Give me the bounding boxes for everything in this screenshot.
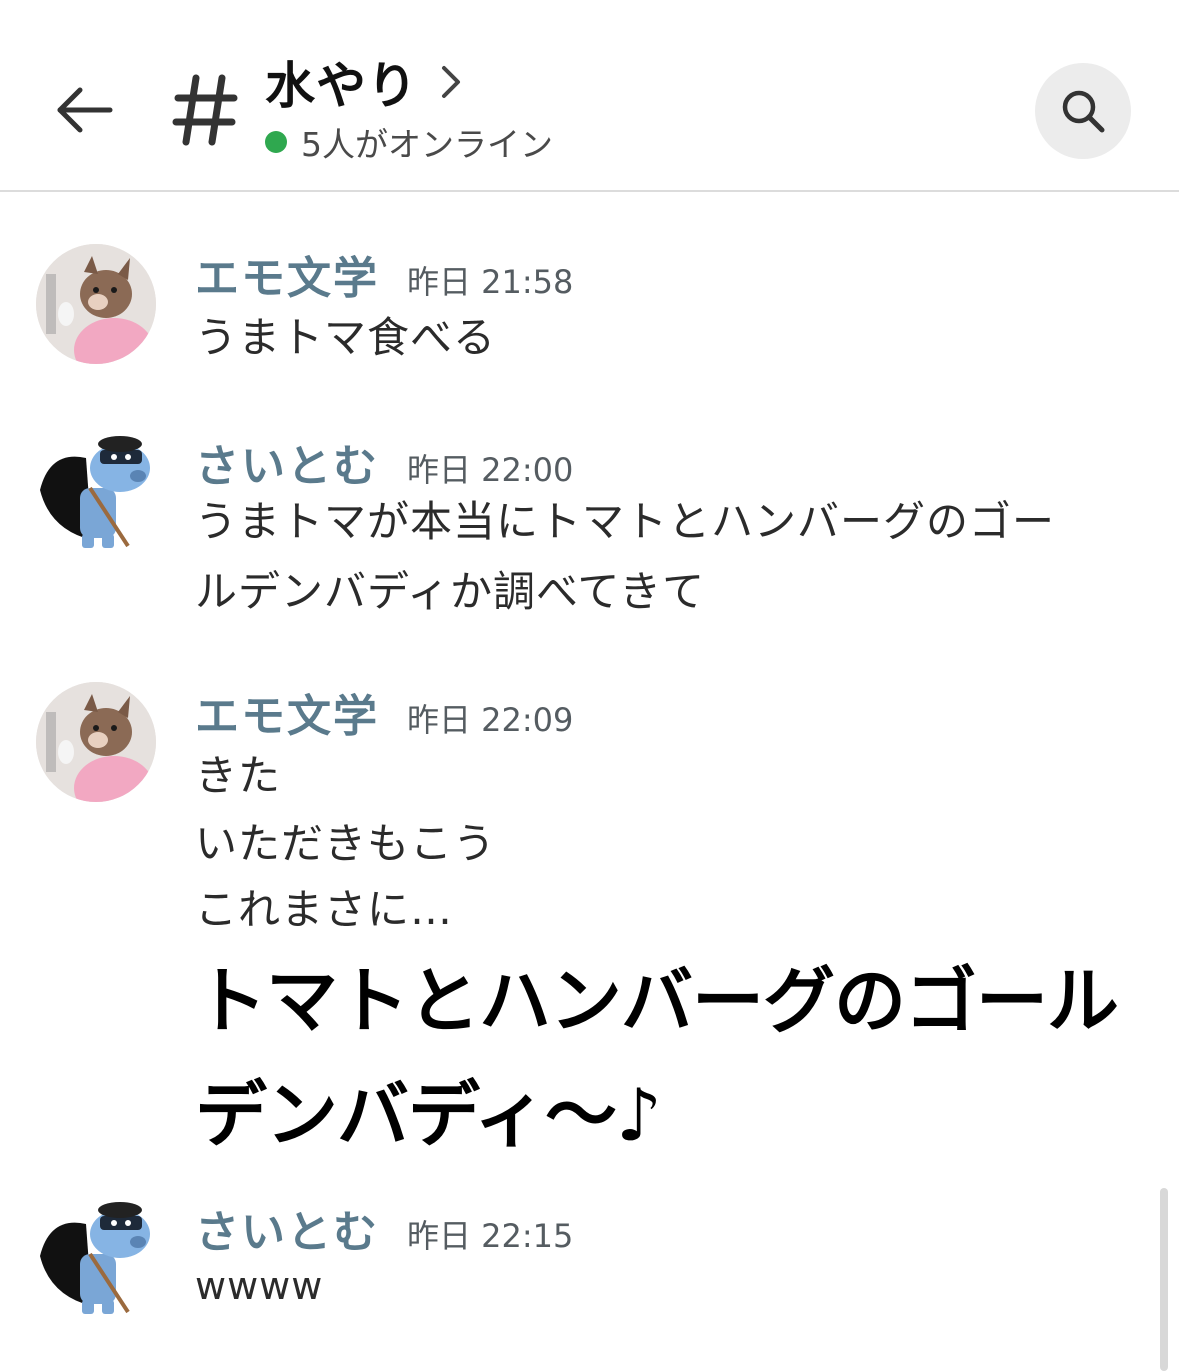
avatar[interactable] [30, 430, 156, 556]
dog-photo-avatar-icon [36, 244, 156, 364]
sender-name[interactable]: エモ文学 [195, 242, 379, 306]
message-text: ルデンバディか調べてきて [195, 567, 706, 616]
sender-name[interactable]: さいとむ [195, 430, 379, 494]
search-icon [1062, 90, 1105, 133]
message-text: うまトマ食べる [195, 313, 497, 362]
back-button[interactable] [52, 78, 116, 142]
message-time: 昨日 21:58 [407, 263, 574, 301]
channel-title-button[interactable]: 水やり [265, 50, 462, 115]
scrollbar[interactable] [1160, 1188, 1168, 1371]
message-text: wwww [195, 1264, 324, 1308]
message-text: これまさに… [195, 885, 454, 934]
dog-photo-avatar-icon [36, 682, 156, 802]
sender-name[interactable]: さいとむ [195, 1196, 379, 1260]
online-status-text: 5人がオンライン [301, 125, 553, 164]
message-header: さいとむ 昨日 22:00 [195, 430, 573, 494]
sender-name[interactable]: エモ文学 [195, 680, 379, 744]
message-header: エモ文学 昨日 21:58 [195, 242, 573, 306]
message-big-text: デンバディ～♪ [195, 1073, 662, 1157]
message-header: さいとむ 昨日 22:15 [195, 1196, 573, 1260]
message-header: エモ文学 昨日 22:09 [195, 680, 573, 744]
online-status: 5人がオンライン [265, 118, 553, 166]
message-time: 昨日 22:09 [407, 701, 574, 739]
search-button[interactable] [1035, 63, 1131, 159]
message-text: きた [195, 751, 282, 800]
message-big-text: トマトとハンバーグのゴール [195, 959, 1119, 1043]
avatar[interactable] [30, 1196, 156, 1322]
message-text: いただきもこう [195, 819, 497, 868]
chevron-right-icon [442, 66, 460, 98]
hash-icon [172, 72, 238, 148]
cartoon-robot-avatar-icon [40, 436, 150, 548]
channel-header: 水やり 5人がオンライン [0, 0, 1179, 192]
avatar[interactable] [36, 244, 156, 364]
message-text: うまトマが本当にトマトとハンバーグのゴー [195, 497, 1056, 546]
message-time: 昨日 22:15 [407, 1217, 574, 1255]
avatar[interactable] [36, 682, 156, 802]
cartoon-robot-avatar-icon [40, 1202, 150, 1314]
back-arrow-icon [57, 87, 113, 133]
message-time: 昨日 22:00 [407, 451, 574, 489]
online-dot-icon [265, 131, 287, 153]
channel-title: 水やり [265, 57, 418, 115]
